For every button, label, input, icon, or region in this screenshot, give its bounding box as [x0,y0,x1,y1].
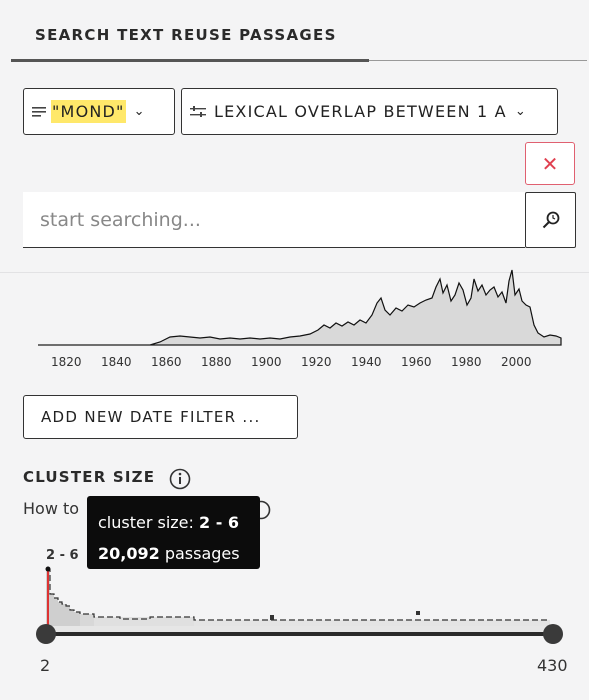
histogram-outline [46,569,550,621]
range-slider-max-handle[interactable] [543,624,563,644]
histogram-bar [74,612,80,626]
tab-divider [369,60,587,61]
range-slider-min-handle[interactable] [36,624,56,644]
tooltip-count-line: 20,092 passages [98,538,260,569]
tab-search-text-reuse[interactable]: SEARCH TEXT REUSE PASSAGES [35,26,337,44]
chevron-down-icon: ⌄ [133,104,146,119]
histogram-bar [94,617,194,626]
timeline-area [38,269,562,346]
query-label: "MOND" [51,100,126,123]
tooltip-size-prefix: cluster size: [98,513,199,532]
mode-label: LEXICAL OVERLAP BETWEEN 1 A [214,102,507,121]
range-max-label: 430 [537,656,568,675]
search-input[interactable] [23,192,525,248]
timeline-tick-label: 2000 [501,355,532,369]
histogram-bar-label: 2 - 6 [46,548,79,563]
timeline-tick-label: 1900 [251,355,282,369]
histogram-point [45,566,51,572]
add-date-filter-button[interactable]: ADD NEW DATE FILTER ... [23,395,298,439]
close-icon: ✕ [541,151,559,176]
info-icon[interactable] [169,468,191,490]
histogram-bar [58,602,62,626]
timeline-tick-label: 1940 [351,355,382,369]
histogram-bar [270,615,274,620]
query-dropdown-button[interactable]: "MOND" ⌄ [23,88,175,135]
tooltip-count-suffix: passages [159,544,240,563]
timeline-tick-label: 1920 [301,355,332,369]
chevron-down-icon: ⌄ [514,104,527,119]
cluster-size-heading: CLUSTER SIZE [23,468,156,486]
timeline-tick-label: 1840 [101,355,132,369]
search-panel: SEARCH TEXT REUSE PASSAGES "MOND" ⌄ LEXI… [0,0,589,273]
mode-dropdown-button[interactable]: LEXICAL OVERLAP BETWEEN 1 A ⌄ [181,88,558,135]
tooltip-size-value: 2 - 6 [199,513,240,532]
sliders-icon [190,105,206,117]
histogram-bar [194,620,550,626]
lines-icon [32,106,46,117]
tab-active-indicator [11,59,369,62]
timeline-tick-label: 1860 [151,355,182,369]
histogram-bar [54,598,58,626]
tooltip-count-value: 20,092 [98,544,160,563]
histogram-bar [416,611,420,615]
search-icon [542,211,559,229]
histogram-tooltip: cluster size: 2 - 6 20,092 passages [87,496,260,569]
clear-search-button[interactable]: ✕ [525,142,575,185]
timeline-tick-label: 1820 [51,355,82,369]
histogram-bar [50,594,54,626]
search-button[interactable] [525,192,576,248]
range-min-label: 2 [40,656,51,675]
tooltip-size-line: cluster size: 2 - 6 [98,507,260,538]
timeline-tick-label: 1960 [401,355,432,369]
timeline-tick-label: 1880 [201,355,232,369]
how-to-link[interactable]: How to [23,499,79,518]
timeline-tick-label: 1980 [451,355,482,369]
histogram-bar [70,610,74,626]
histogram-bar [62,604,66,626]
histogram-bar [80,614,94,626]
